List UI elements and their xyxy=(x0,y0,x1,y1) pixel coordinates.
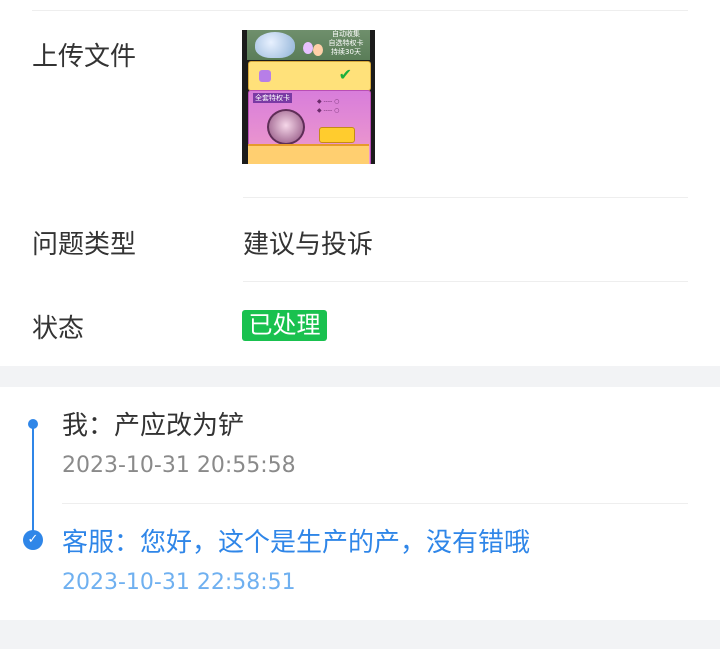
issue-type-label: 问题类型 xyxy=(32,230,137,260)
banner-text: 自动收集 自选特权卡 持续30天 xyxy=(328,30,364,56)
timeline-check-icon: ✓ xyxy=(23,530,43,550)
card-details: ◆ ---- ○ ◆ ---- ○ xyxy=(317,98,340,114)
pet-illustration xyxy=(255,32,295,58)
thumbnail-banner: 自动收集 自选特权卡 持续30天 xyxy=(247,30,370,60)
paw-icon xyxy=(267,109,305,145)
check-icon: ✔ xyxy=(338,65,352,84)
thumbnail-panel xyxy=(248,144,369,164)
thumbnail-panel: ✔ xyxy=(248,61,371,91)
egg-icon xyxy=(313,44,323,56)
uploaded-screenshot-thumbnail[interactable]: 自动收集 自选特权卡 持续30天 ✔ 全套特权卡 ◆ ---- ○ ◆ ---- … xyxy=(242,30,375,164)
user-message: 我：产应改为铲 xyxy=(62,411,245,441)
card-title: 全套特权卡 xyxy=(253,93,292,103)
gem-icon xyxy=(259,70,271,82)
upload-file-label: 上传文件 xyxy=(32,42,137,72)
ticket-details-card: 上传文件 自动收集 自选特权卡 持续30天 ✔ 全套特权卡 ◆ ---- ○ ◆ … xyxy=(0,0,720,366)
divider xyxy=(243,197,688,198)
timeline-dot-icon xyxy=(28,419,38,429)
status-label: 状态 xyxy=(32,314,85,344)
user-message-time: 2023-10-31 20:55:58 xyxy=(62,453,296,478)
issue-type-value: 建议与投诉 xyxy=(243,230,374,260)
divider xyxy=(243,281,688,282)
divider xyxy=(32,10,688,11)
egg-icon xyxy=(303,42,313,54)
divider xyxy=(62,503,688,504)
timeline-line xyxy=(32,424,34,539)
service-reply-time: 2023-10-31 22:58:51 xyxy=(62,570,296,595)
thumbnail-button xyxy=(319,127,355,143)
status-badge: 已处理 xyxy=(242,310,327,341)
service-reply: 客服：您好，这个是生产的产，没有错哦 xyxy=(62,528,531,558)
